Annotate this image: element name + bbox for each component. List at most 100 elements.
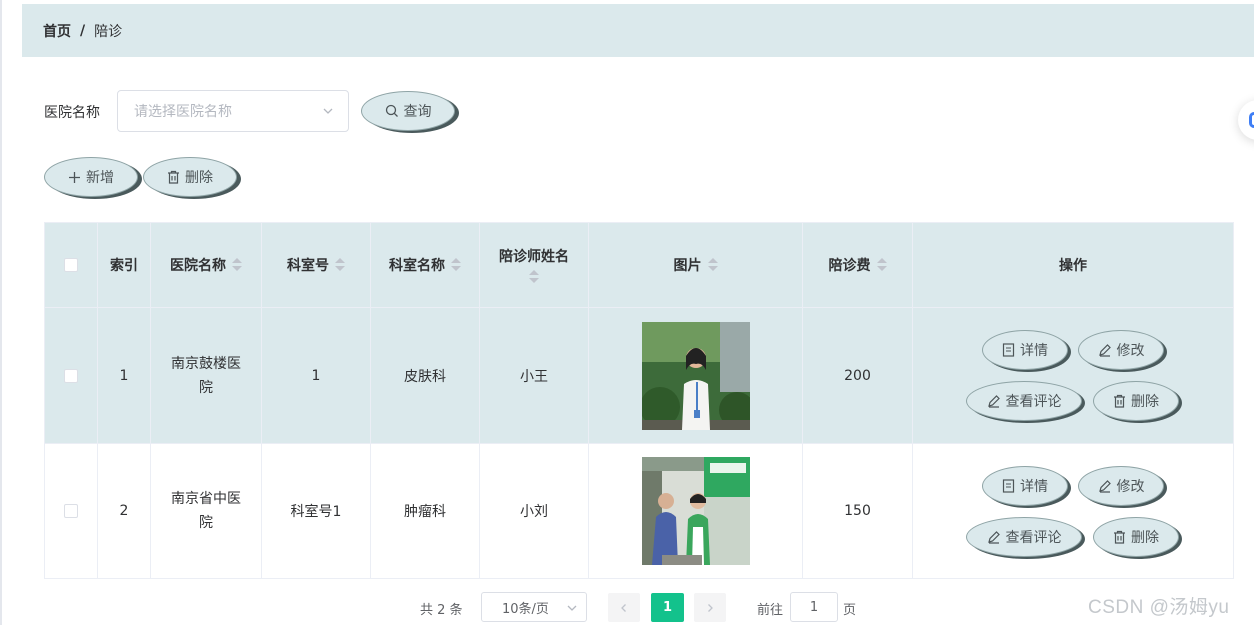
- edit-button[interactable]: 修改: [1078, 330, 1164, 370]
- cell-escort-name: 小王: [480, 308, 589, 443]
- view-reviews-button[interactable]: 查看评论: [966, 517, 1082, 557]
- cell-dept-name: 肿瘤科: [371, 444, 480, 578]
- escort-table: 索引 医院名称 科室号 科室名称 陪诊师姓名 图片 陪诊费 操作 1 南京鼓楼医…: [44, 222, 1234, 579]
- sort-icon[interactable]: [529, 270, 539, 284]
- header-dept-no-label: 科室号: [287, 258, 329, 274]
- header-hospital-label: 医院名称: [170, 258, 226, 274]
- watermark: CSDN @汤姆yu: [1088, 597, 1230, 618]
- page-number-current[interactable]: 1: [651, 593, 684, 622]
- batch-delete-button-label: 删除: [185, 170, 213, 186]
- header-actions-label: 操作: [1059, 258, 1087, 274]
- cell-hospital: 南京鼓楼医院: [151, 308, 262, 443]
- sort-icon[interactable]: [232, 258, 242, 272]
- trash-icon: [168, 170, 179, 184]
- document-icon: [1002, 343, 1015, 357]
- sort-icon[interactable]: [335, 258, 345, 272]
- cell-image: [589, 444, 803, 578]
- cell-fee: 200: [803, 308, 913, 443]
- delete-button[interactable]: 删除: [1093, 517, 1179, 557]
- view-reviews-button-label: 查看评论: [1005, 394, 1062, 410]
- edit-button-label: 修改: [1116, 343, 1145, 359]
- pencil-icon: [987, 531, 1000, 544]
- pagination: 共 2 条 10条/页 1 前往 1 页: [0, 592, 1254, 624]
- pencil-icon: [1098, 480, 1111, 493]
- header-escort-name-label: 陪诊师姓名: [499, 249, 569, 265]
- cell-index: 1: [98, 308, 151, 443]
- header-image-label: 图片: [673, 258, 702, 274]
- escort-photo[interactable]: [641, 321, 750, 430]
- goto-page-input[interactable]: 1: [790, 592, 838, 622]
- query-button[interactable]: 查询: [361, 91, 455, 131]
- header-escort-name[interactable]: 陪诊师姓名: [480, 223, 589, 307]
- document-icon: [1002, 479, 1015, 493]
- delete-button-label: 删除: [1131, 394, 1159, 410]
- view-reviews-button[interactable]: 查看评论: [966, 381, 1082, 421]
- cell-dept-no: 1: [262, 308, 371, 443]
- header-fee[interactable]: 陪诊费: [803, 223, 913, 307]
- pencil-icon: [987, 395, 1000, 408]
- row-checkbox[interactable]: [64, 368, 78, 383]
- query-button-label: 查询: [403, 104, 432, 120]
- header-hospital[interactable]: 医院名称: [151, 223, 262, 307]
- row-checkbox-cell: [45, 444, 98, 578]
- detail-button[interactable]: 详情: [982, 330, 1068, 370]
- sort-icon[interactable]: [876, 258, 887, 272]
- left-border: [0, 0, 2, 625]
- cell-hospital-text: 南京鼓楼医院: [171, 355, 241, 396]
- breadcrumb-home[interactable]: 首页: [43, 21, 71, 41]
- prev-page-button[interactable]: [608, 593, 640, 622]
- detail-button-label: 详情: [1020, 479, 1048, 495]
- breadcrumb-separator: /: [80, 22, 86, 39]
- row-actions: 详情 修改 查看评论 删除: [913, 308, 1233, 443]
- cell-actions: 详情 修改 查看评论 删除: [913, 308, 1233, 443]
- page-size-value: 10条/页: [502, 601, 549, 617]
- header-dept-no[interactable]: 科室号: [262, 223, 371, 307]
- sort-icon[interactable]: [707, 258, 718, 272]
- header-image[interactable]: 图片: [589, 223, 803, 307]
- table-row: 1 南京鼓楼医院 1 皮肤科 小王 200 详情 修改 查看评论 删除: [45, 307, 1233, 443]
- row-checkbox-cell: [45, 308, 98, 443]
- view-reviews-button-label: 查看评论: [1005, 530, 1062, 546]
- row-actions: 详情 修改 查看评论 删除: [913, 444, 1233, 578]
- breadcrumb-current: 陪诊: [94, 23, 123, 40]
- pagination-total: 共 2 条: [420, 603, 463, 618]
- detail-button[interactable]: 详情: [982, 466, 1068, 506]
- cell-fee: 150: [803, 444, 913, 578]
- trash-icon: [1114, 394, 1125, 408]
- header-index: 索引: [98, 223, 151, 307]
- cell-dept-no: 科室号1: [262, 444, 371, 578]
- edit-button[interactable]: 修改: [1078, 466, 1164, 506]
- header-dept-name[interactable]: 科室名称: [371, 223, 480, 307]
- plus-icon: [69, 171, 80, 183]
- cell-image: [589, 308, 803, 443]
- cell-escort-name: 小刘: [480, 444, 589, 578]
- table-row: 2 南京省中医院 科室号1 肿瘤科 小刘 150 详情 修改 查看评论 删除: [45, 443, 1233, 578]
- cell-hospital: 南京省中医院: [151, 444, 262, 578]
- breadcrumb: 首页 / 陪诊: [22, 4, 1254, 57]
- sort-icon[interactable]: [451, 258, 461, 272]
- header-index-label: 索引: [110, 258, 138, 274]
- hospital-select-placeholder: 请选择医院名称: [134, 104, 232, 120]
- select-all-checkbox[interactable]: [64, 258, 78, 272]
- header-checkbox-cell: [45, 223, 98, 307]
- delete-button[interactable]: 删除: [1093, 381, 1179, 421]
- cell-actions: 详情 修改 查看评论 删除: [913, 444, 1233, 578]
- chevron-left-icon: [621, 603, 626, 612]
- delete-button-label: 删除: [1131, 530, 1159, 546]
- hospital-select[interactable]: 请选择医院名称: [117, 90, 349, 132]
- header-dept-name-label: 科室名称: [389, 258, 445, 274]
- row-checkbox[interactable]: [64, 504, 78, 518]
- page-size-select[interactable]: 10条/页: [481, 592, 587, 622]
- goto-label: 前往: [757, 603, 784, 618]
- add-button[interactable]: 新增: [44, 157, 138, 197]
- floating-assistant-button[interactable]: [1238, 100, 1254, 140]
- chevron-right-icon: [708, 603, 713, 612]
- next-page-button[interactable]: [694, 593, 726, 622]
- assistant-icon: [1249, 112, 1254, 128]
- goto-suffix: 页: [843, 603, 857, 618]
- escort-photo[interactable]: [641, 457, 750, 565]
- header-fee-label: 陪诊费: [828, 258, 871, 274]
- batch-delete-button[interactable]: 删除: [143, 157, 237, 197]
- edit-button-label: 修改: [1116, 479, 1145, 495]
- cell-dept-name: 皮肤科: [371, 308, 480, 443]
